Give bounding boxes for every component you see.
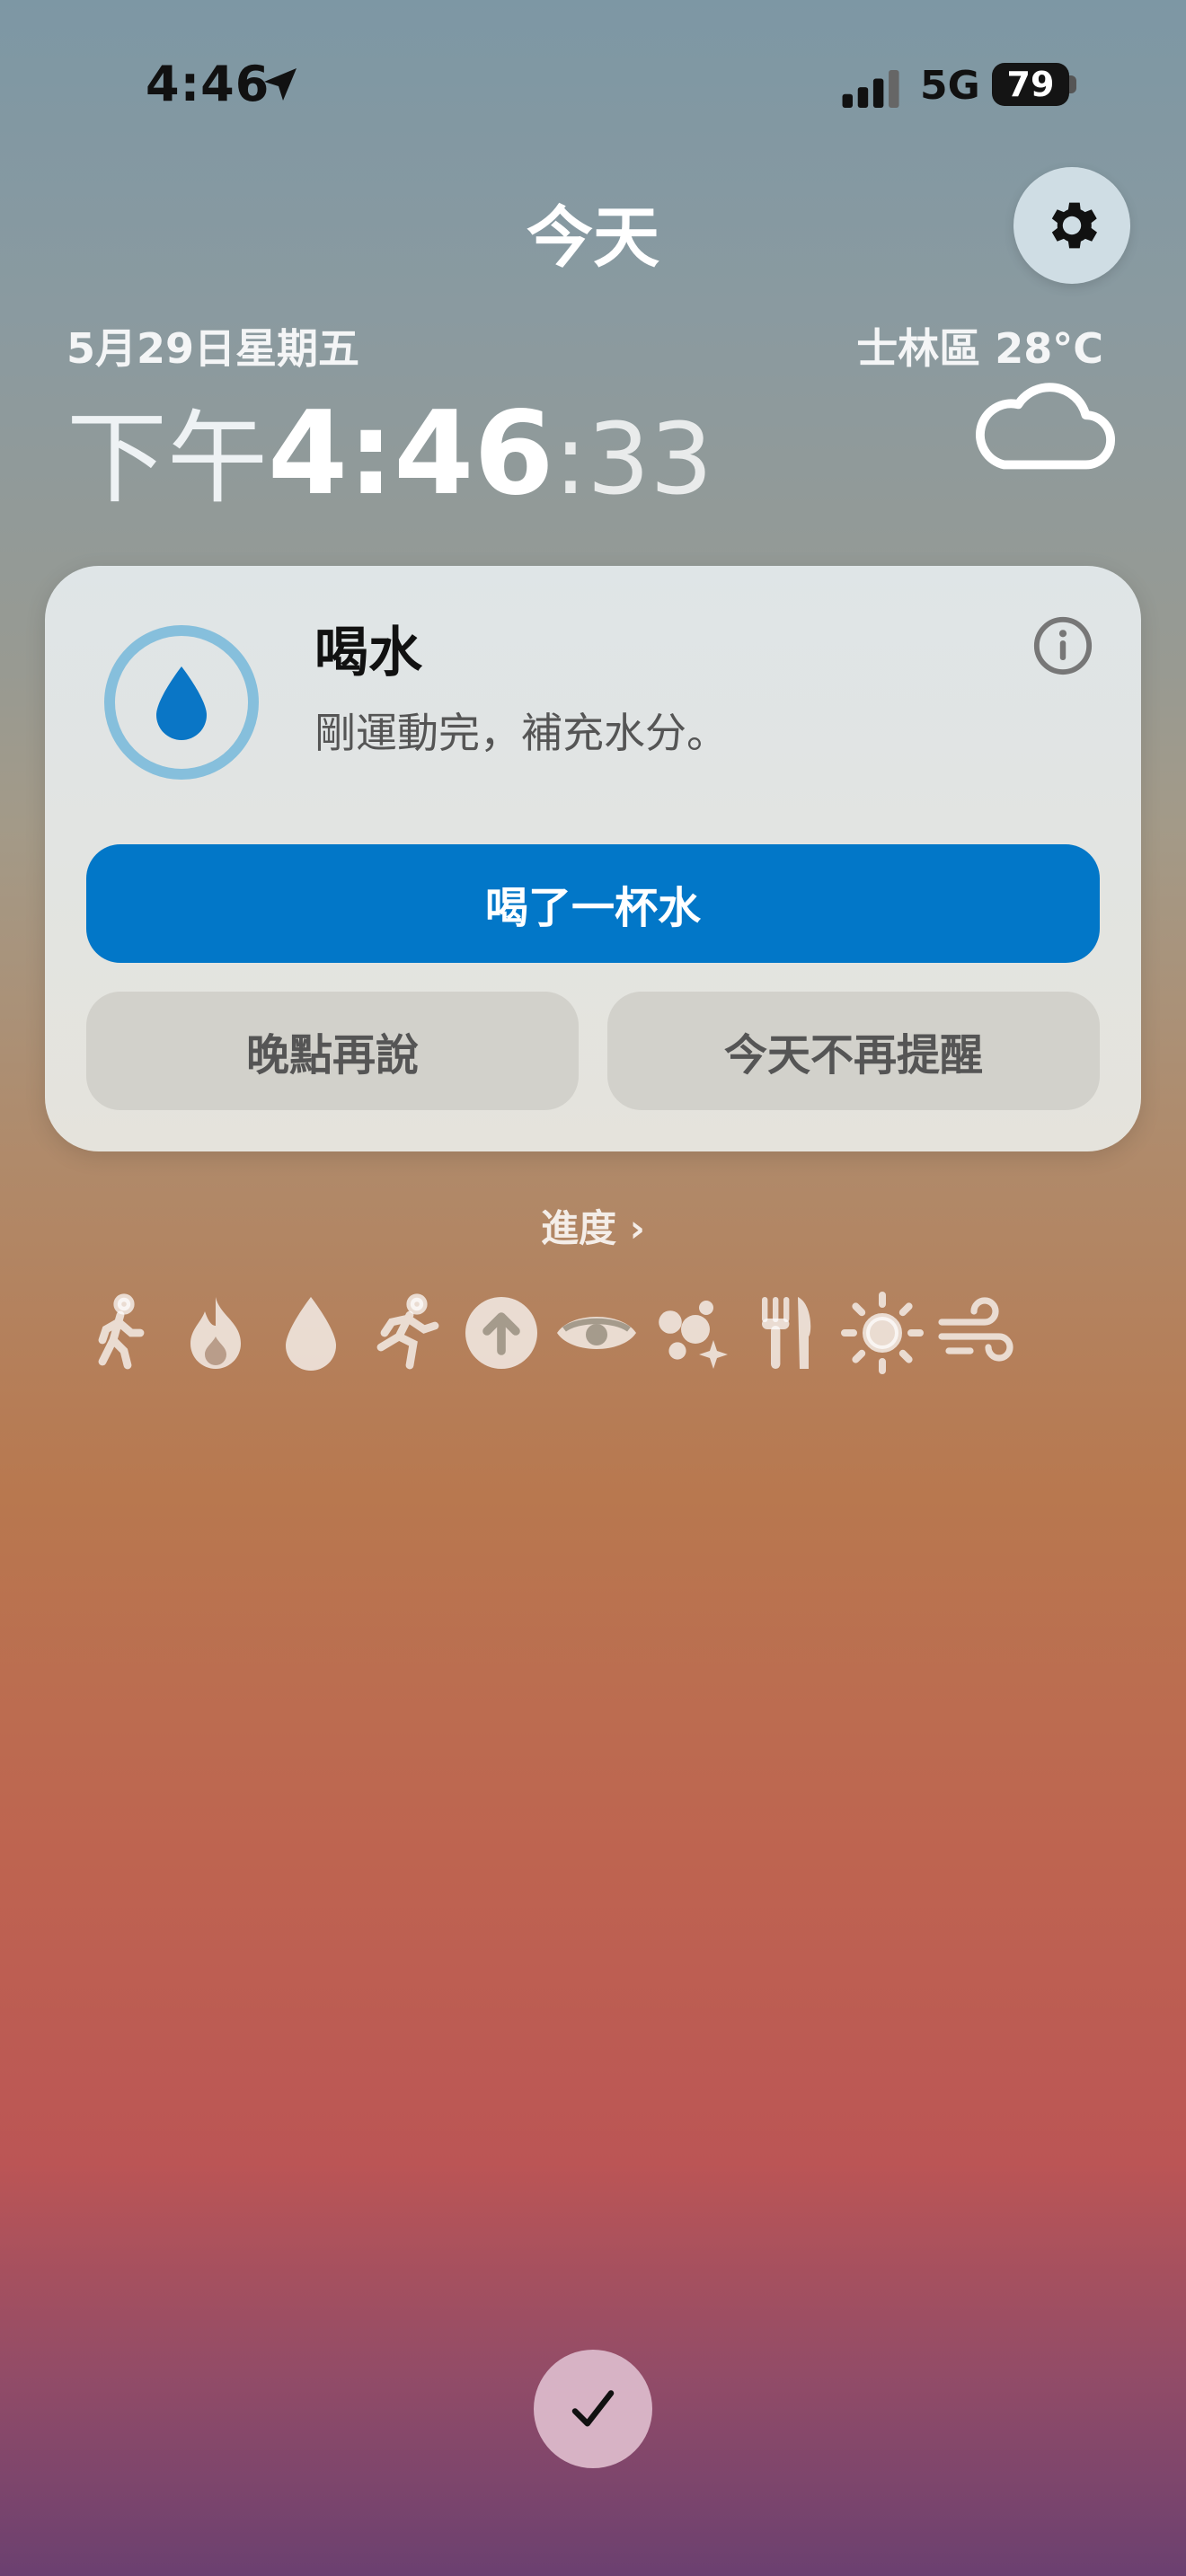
eye-icon[interactable] — [553, 1290, 640, 1376]
chevron-right-icon: › — [629, 1206, 645, 1250]
done-button[interactable] — [534, 2350, 652, 2468]
info-icon[interactable] — [1031, 614, 1094, 677]
wind-icon[interactable] — [934, 1290, 1021, 1376]
sparkles-icon[interactable] — [649, 1290, 735, 1376]
network-type: 5G — [920, 63, 980, 109]
battery-indicator: 79 — [992, 63, 1069, 106]
clock-hours-minutes: 4:46 — [268, 387, 554, 521]
flame-icon[interactable] — [173, 1290, 259, 1376]
cellular-signal-icon — [842, 70, 899, 108]
progress-icons-row — [77, 1290, 1111, 1380]
walking-icon[interactable] — [77, 1290, 164, 1376]
reminder-message: 剛運動完，補充水分。 — [314, 709, 728, 757]
progress-label: 進度 — [541, 1206, 617, 1250]
date-label: 5月29日星期五 — [66, 324, 360, 373]
location-arrow-icon — [264, 68, 296, 101]
battery-level: 79 — [1006, 65, 1055, 104]
progress-link[interactable]: 進度 › — [0, 1198, 1186, 1253]
sun-icon[interactable] — [839, 1290, 925, 1376]
clock-ampm: 下午 — [66, 401, 268, 517]
drank-water-button[interactable]: 喝了一杯水 — [86, 844, 1100, 963]
gear-icon — [1051, 202, 1097, 249]
clock-seconds: :33 — [553, 401, 713, 516]
checkmark-icon — [571, 2390, 615, 2427]
fork-knife-icon[interactable] — [744, 1290, 830, 1376]
water-drop-icon[interactable] — [268, 1290, 354, 1376]
reminder-title: 喝水 — [314, 622, 422, 684]
cloud-icon — [975, 383, 1116, 470]
up-arrow-circle-icon[interactable] — [458, 1290, 544, 1376]
dismiss-today-button[interactable]: 今天不再提醒 — [607, 992, 1100, 1110]
settings-button[interactable] — [1013, 167, 1130, 284]
page-title: 今天 — [527, 199, 659, 277]
location-weather-label: 士林區 28°C — [856, 324, 1103, 373]
remind-later-button[interactable]: 晚點再說 — [86, 992, 579, 1110]
battery-tip — [1069, 75, 1076, 93]
water-drop-icon — [156, 666, 207, 740]
running-icon[interactable] — [363, 1290, 449, 1376]
status-time: 4:46 — [146, 56, 270, 112]
current-time: 下午 4:46 :33 — [66, 377, 712, 521]
reminder-icon-ring — [104, 625, 259, 780]
